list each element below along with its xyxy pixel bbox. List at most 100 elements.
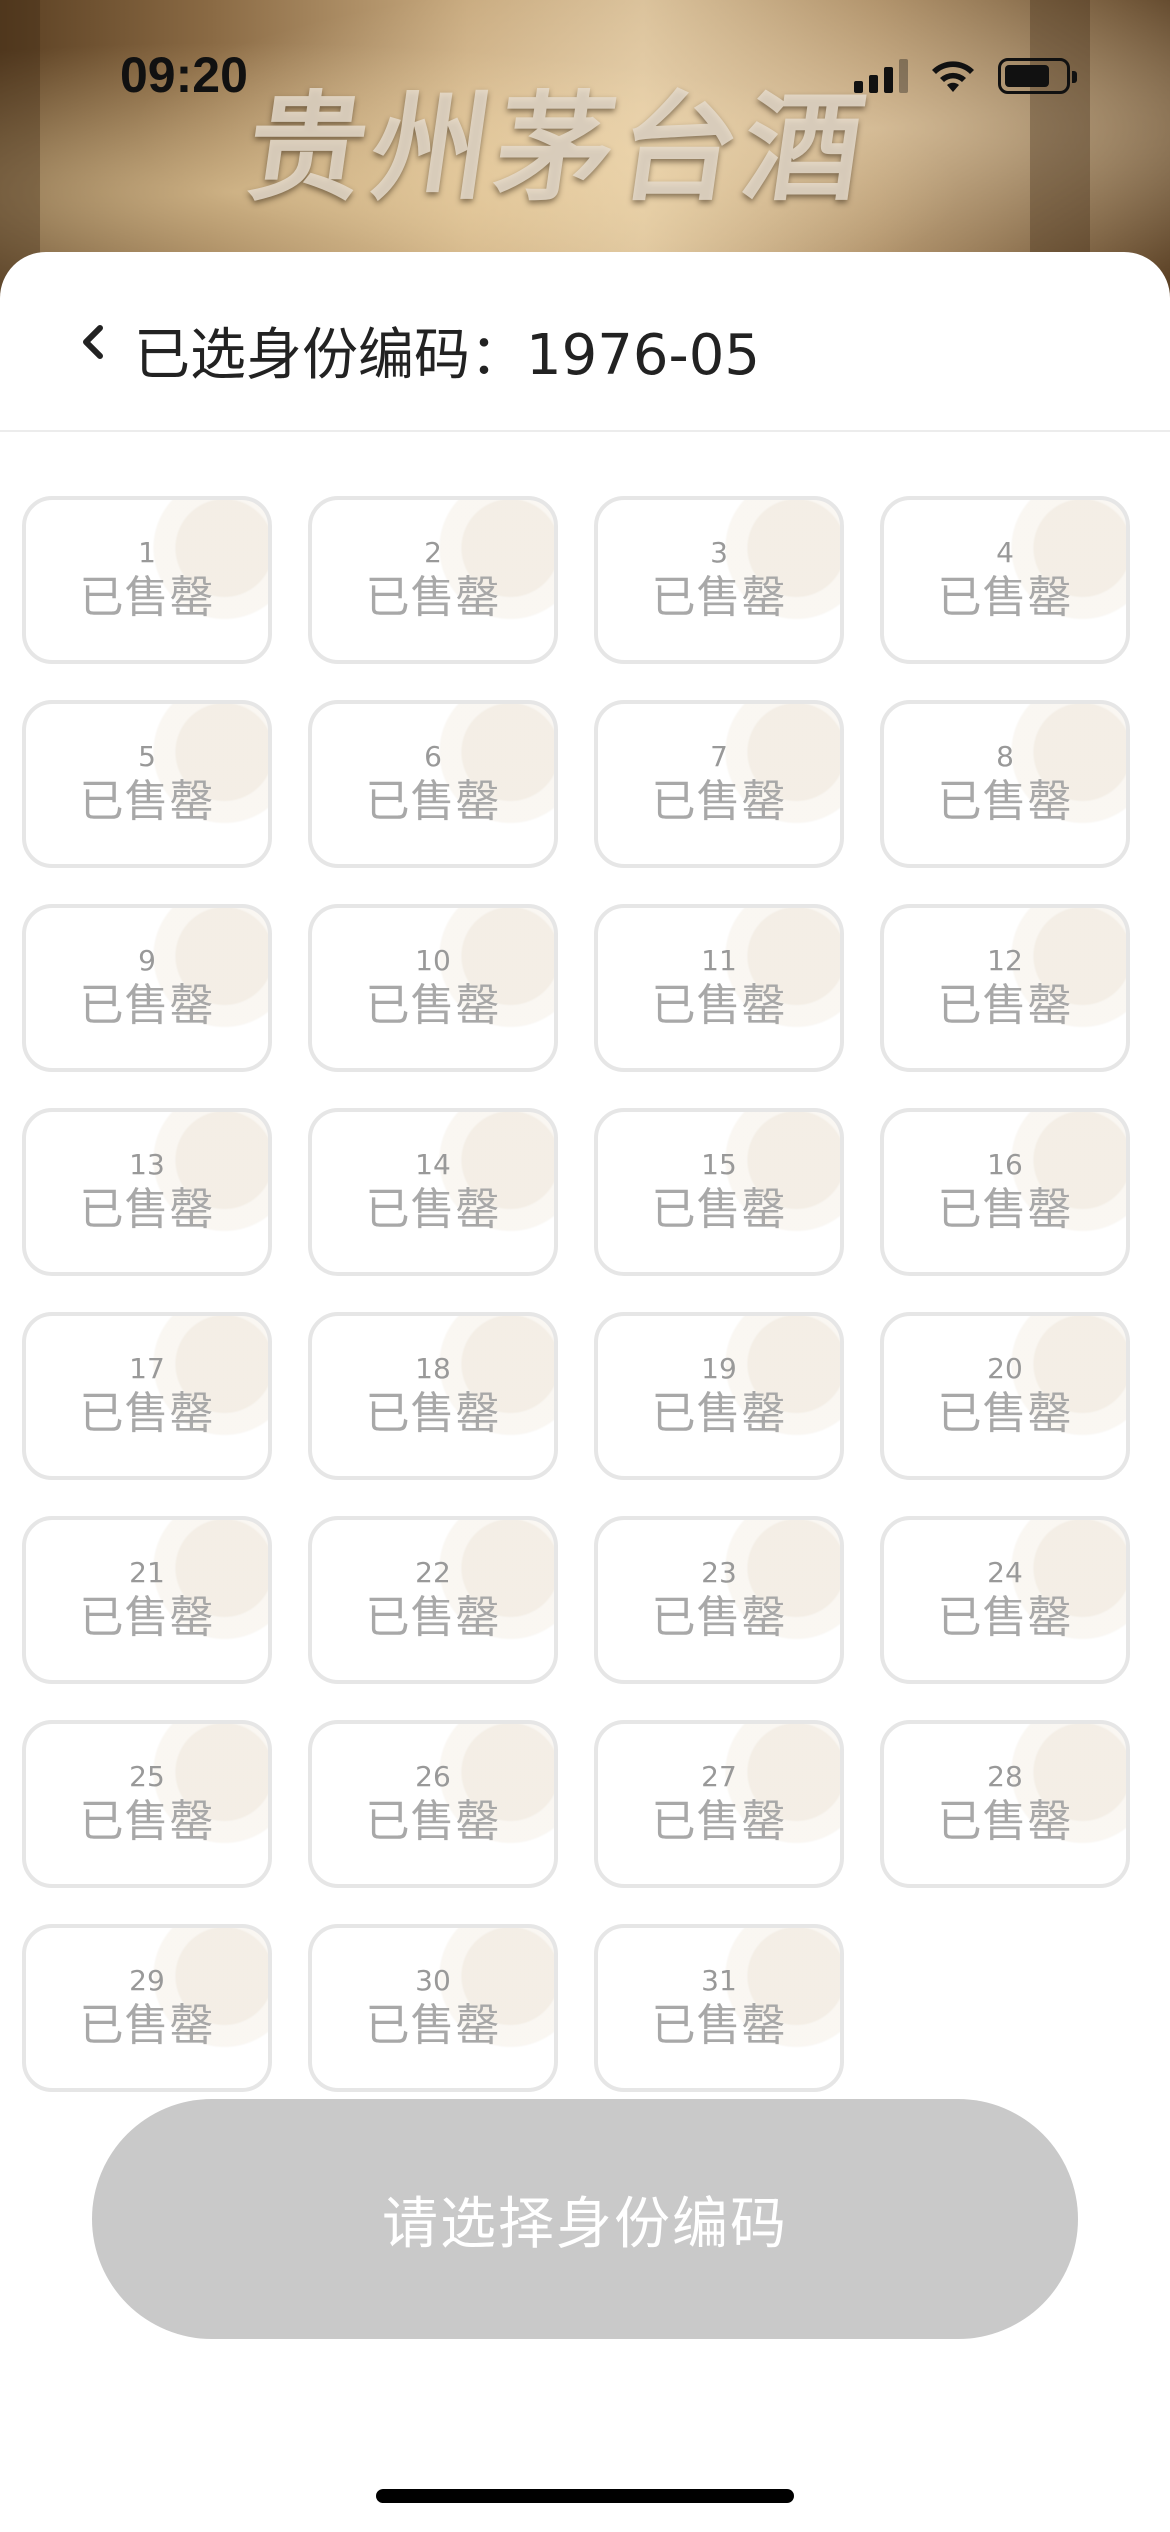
code-number: 22 [415, 1556, 451, 1589]
code-number: 25 [129, 1760, 165, 1793]
code-number: 2 [424, 536, 442, 569]
sold-out-label: 已售罄 [937, 1592, 1073, 1643]
sold-out-label: 已售罄 [365, 980, 501, 1031]
code-cell[interactable]: 26 已售罄 [308, 1720, 558, 1888]
sold-out-label: 已售罄 [79, 1388, 215, 1439]
code-cell[interactable]: 30 已售罄 [308, 1924, 558, 2092]
code-cell[interactable]: 22 已售罄 [308, 1516, 558, 1684]
sold-out-label: 已售罄 [365, 1592, 501, 1643]
code-cell[interactable]: 25 已售罄 [22, 1720, 272, 1888]
code-number: 30 [415, 1964, 451, 1997]
sold-out-label: 已售罄 [651, 776, 787, 827]
sold-out-label: 已售罄 [79, 572, 215, 623]
code-cell[interactable]: 21 已售罄 [22, 1516, 272, 1684]
code-cell[interactable]: 12 已售罄 [880, 904, 1130, 1072]
code-cell[interactable]: 11 已售罄 [594, 904, 844, 1072]
code-number: 9 [138, 944, 156, 977]
sold-out-label: 已售罄 [651, 1184, 787, 1235]
code-cell[interactable]: 20 已售罄 [880, 1312, 1130, 1480]
code-cell[interactable]: 17 已售罄 [22, 1312, 272, 1480]
sold-out-label: 已售罄 [365, 1796, 501, 1847]
code-number: 12 [987, 944, 1023, 977]
code-number: 26 [415, 1760, 451, 1793]
sold-out-label: 已售罄 [937, 1796, 1073, 1847]
sold-out-label: 已售罄 [937, 1388, 1073, 1439]
code-number: 23 [701, 1556, 737, 1589]
code-cell[interactable]: 24 已售罄 [880, 1516, 1130, 1684]
sold-out-label: 已售罄 [365, 776, 501, 827]
sold-out-label: 已售罄 [365, 1184, 501, 1235]
code-cell[interactable]: 9 已售罄 [22, 904, 272, 1072]
sold-out-label: 已售罄 [651, 980, 787, 1031]
sold-out-label: 已售罄 [937, 572, 1073, 623]
status-time: 09:20 [120, 47, 248, 103]
code-number: 5 [138, 740, 156, 773]
code-number: 17 [129, 1352, 165, 1385]
code-number: 16 [987, 1148, 1023, 1181]
sold-out-label: 已售罄 [651, 1592, 787, 1643]
page-title: 已选身份编码：1976-05 [134, 323, 760, 388]
code-cell[interactable]: 3 已售罄 [594, 496, 844, 664]
code-number: 4 [996, 536, 1014, 569]
sold-out-label: 已售罄 [79, 980, 215, 1031]
sold-out-label: 已售罄 [365, 572, 501, 623]
code-number: 15 [701, 1148, 737, 1181]
code-cell[interactable]: 19 已售罄 [594, 1312, 844, 1480]
code-number: 6 [424, 740, 442, 773]
code-number: 14 [415, 1148, 451, 1181]
code-cell[interactable]: 5 已售罄 [22, 700, 272, 868]
home-indicator [376, 2489, 794, 2503]
code-number: 7 [710, 740, 728, 773]
code-cell[interactable]: 27 已售罄 [594, 1720, 844, 1888]
code-number: 10 [415, 944, 451, 977]
sold-out-label: 已售罄 [79, 2000, 215, 2051]
code-number: 20 [987, 1352, 1023, 1385]
back-chevron-icon[interactable] [68, 318, 116, 366]
code-cell[interactable]: 6 已售罄 [308, 700, 558, 868]
code-cell[interactable]: 15 已售罄 [594, 1108, 844, 1276]
code-cell[interactable]: 4 已售罄 [880, 496, 1130, 664]
code-number: 18 [415, 1352, 451, 1385]
code-number: 11 [701, 944, 737, 977]
code-grid: 1 已售罄 2 已售罄 3 已售罄 4 已售罄 5 已售罄 6 已售罄 7 已售罄 8 已售罄 9 已售罄 10 已售… [22, 496, 1148, 2092]
status-icons [854, 58, 1077, 94]
sold-out-label: 已售罄 [365, 1388, 501, 1439]
code-cell[interactable]: 7 已售罄 [594, 700, 844, 868]
code-number: 24 [987, 1556, 1023, 1589]
code-number: 13 [129, 1148, 165, 1181]
sold-out-label: 已售罄 [651, 1796, 787, 1847]
sold-out-label: 已售罄 [79, 1184, 215, 1235]
sold-out-label: 已售罄 [365, 2000, 501, 2051]
sold-out-label: 已售罄 [937, 776, 1073, 827]
code-number: 19 [701, 1352, 737, 1385]
sold-out-label: 已售罄 [79, 1592, 215, 1643]
select-code-button[interactable]: 请选择身份编码 [92, 2099, 1078, 2339]
code-cell[interactable]: 2 已售罄 [308, 496, 558, 664]
code-cell[interactable]: 31 已售罄 [594, 1924, 844, 2092]
code-cell[interactable]: 8 已售罄 [880, 700, 1130, 868]
code-number: 27 [701, 1760, 737, 1793]
sold-out-label: 已售罄 [651, 2000, 787, 2051]
status-bar: 09:20 [0, 0, 1170, 150]
code-cell[interactable]: 1 已售罄 [22, 496, 272, 664]
code-cell[interactable]: 16 已售罄 [880, 1108, 1130, 1276]
code-number: 28 [987, 1760, 1023, 1793]
code-cell[interactable]: 29 已售罄 [22, 1924, 272, 2092]
sold-out-label: 已售罄 [651, 1388, 787, 1439]
wifi-icon [932, 61, 974, 92]
sold-out-label: 已售罄 [79, 776, 215, 827]
code-cell[interactable]: 14 已售罄 [308, 1108, 558, 1276]
code-number: 8 [996, 740, 1014, 773]
code-cell[interactable]: 13 已售罄 [22, 1108, 272, 1276]
sold-out-label: 已售罄 [79, 1796, 215, 1847]
battery-icon [998, 58, 1077, 94]
code-cell[interactable]: 18 已售罄 [308, 1312, 558, 1480]
code-number: 3 [710, 536, 728, 569]
code-number: 29 [129, 1964, 165, 1997]
code-cell[interactable]: 28 已售罄 [880, 1720, 1130, 1888]
sheet-header: 已选身份编码：1976-05 [0, 252, 1170, 432]
code-cell[interactable]: 10 已售罄 [308, 904, 558, 1072]
code-cell[interactable]: 23 已售罄 [594, 1516, 844, 1684]
sold-out-label: 已售罄 [651, 572, 787, 623]
cellular-signal-icon [854, 59, 908, 93]
